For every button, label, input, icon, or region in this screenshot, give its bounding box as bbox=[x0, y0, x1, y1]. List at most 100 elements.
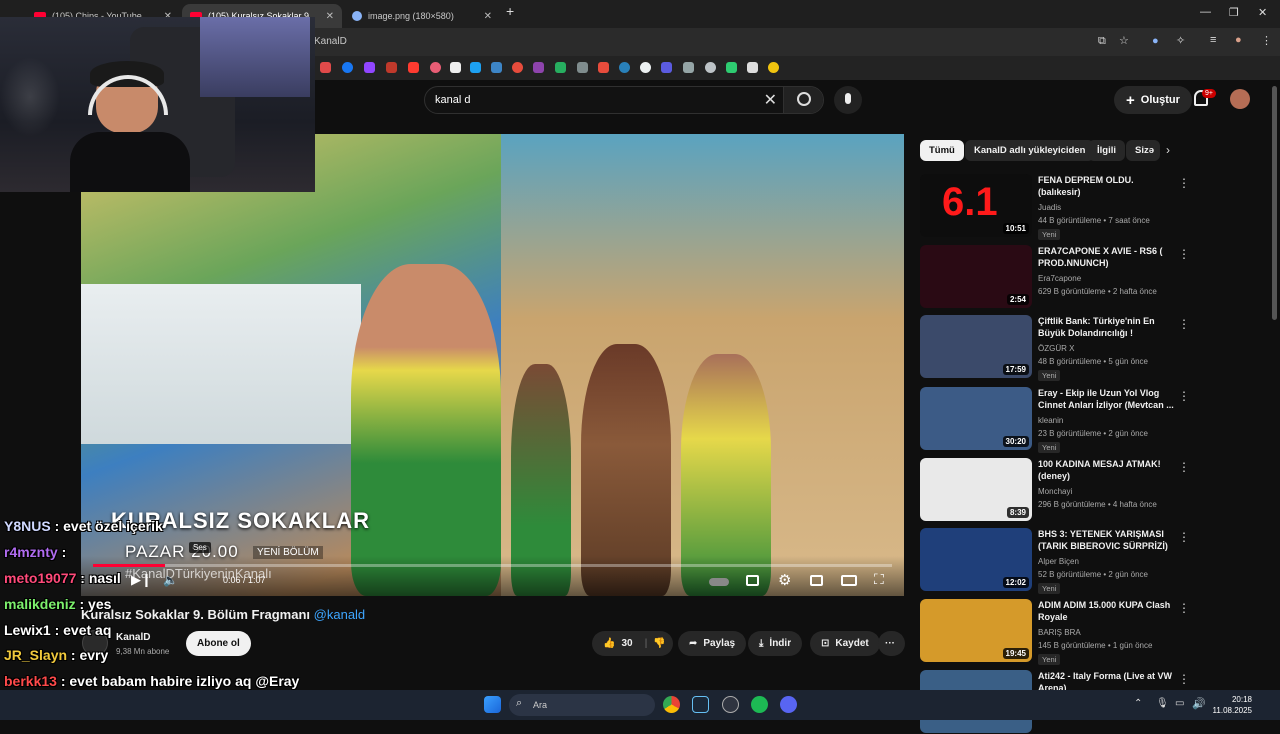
related-video-title[interactable]: ADIM ADIM 15.000 KUPA Clash Royale bbox=[1038, 599, 1176, 623]
close-icon[interactable]: ✕ bbox=[326, 11, 334, 22]
bookmark-icon[interactable] bbox=[747, 62, 758, 73]
bookmark-icon[interactable] bbox=[661, 62, 672, 73]
bookmark-icon[interactable] bbox=[470, 62, 481, 73]
windows-start-icon[interactable] bbox=[484, 696, 501, 713]
related-video-title[interactable]: ERA7CAPONE X AVIE - RS6 ( PROD.NNUNCH) bbox=[1038, 245, 1176, 269]
autoplay-toggle[interactable] bbox=[709, 578, 729, 586]
related-channel-name[interactable]: Alper Biçen bbox=[1038, 557, 1079, 566]
theater-mode-icon[interactable] bbox=[841, 575, 857, 586]
fullscreen-icon[interactable]: ⛶ bbox=[874, 571, 884, 588]
related-video-item[interactable]: 8:39 100 KADINA MESAJ ATMAK! (deney) Monch… bbox=[920, 458, 1260, 522]
related-video-title[interactable]: Çiftlik Bank: Türkiye'nin En Büyük Dolan… bbox=[1038, 315, 1176, 339]
channel-name[interactable]: KanalD bbox=[116, 632, 150, 643]
tab-image[interactable]: image.png (180×580) ✕ bbox=[344, 4, 500, 28]
speaker-icon[interactable]: 🔊 bbox=[1192, 697, 1206, 710]
bookmark-icon[interactable] bbox=[705, 62, 716, 73]
more-vert-icon[interactable]: ⋮ bbox=[1178, 176, 1190, 190]
related-channel-name[interactable]: Monchayi bbox=[1038, 487, 1072, 496]
video-player[interactable]: KURALSIZ SOKAKLAR PAZAR 20.00 YENİ BÖLÜM… bbox=[81, 134, 904, 596]
miniplayer-icon[interactable] bbox=[810, 575, 823, 586]
related-video-item[interactable]: 2:54 ERA7CAPONE X AVIE - RS6 ( PROD.NNUNC… bbox=[920, 245, 1260, 309]
profile-icon[interactable]: ● bbox=[1235, 34, 1242, 46]
taskbar-search[interactable]: Ara bbox=[509, 694, 655, 716]
video-thumbnail[interactable]: 17:59 bbox=[920, 315, 1032, 378]
volume-icon[interactable]: 🔈 bbox=[163, 573, 178, 587]
bookmark-icon[interactable] bbox=[726, 62, 737, 73]
related-channel-name[interactable]: BARIŞ BRA bbox=[1038, 628, 1081, 637]
subtitles-icon[interactable] bbox=[746, 575, 759, 586]
puzzle-icon[interactable]: ✧ bbox=[1176, 34, 1185, 47]
bookmark-icon[interactable] bbox=[768, 62, 779, 73]
bookmark-icon[interactable] bbox=[598, 62, 609, 73]
new-tab-button[interactable]: + bbox=[506, 3, 514, 19]
discord-icon[interactable] bbox=[780, 696, 797, 713]
bookmark-icon[interactable] bbox=[491, 62, 502, 73]
account-avatar[interactable] bbox=[1230, 89, 1250, 109]
bookmark-icon[interactable] bbox=[577, 62, 588, 73]
video-thumbnail[interactable]: 30:20 bbox=[920, 387, 1032, 450]
bookmark-icon[interactable] bbox=[408, 62, 419, 73]
related-channel-name[interactable]: ÖZGÜR X bbox=[1038, 344, 1074, 353]
menu-icon[interactable]: ⋮ bbox=[1261, 34, 1272, 47]
spotify-icon[interactable] bbox=[751, 696, 768, 713]
search-input[interactable]: kanal d bbox=[435, 94, 470, 106]
page-scrollbar[interactable] bbox=[1272, 86, 1277, 320]
settings-gear-icon[interactable]: ⚙ bbox=[778, 571, 791, 589]
bookmark-icon[interactable] bbox=[640, 62, 651, 73]
chip-related[interactable]: İlgili bbox=[1088, 140, 1125, 161]
clear-search-icon[interactable]: ✕ bbox=[764, 90, 777, 110]
network-icon[interactable]: ▭ bbox=[1175, 698, 1184, 709]
obs-icon[interactable] bbox=[722, 696, 739, 713]
more-vert-icon[interactable]: ⋮ bbox=[1178, 601, 1190, 615]
maximize-button[interactable]: ❐ bbox=[1229, 6, 1239, 19]
system-clock[interactable]: 20:18 11.08.2025 bbox=[1213, 694, 1252, 716]
twitch-icon[interactable] bbox=[364, 62, 375, 73]
bookmark-icon[interactable] bbox=[512, 62, 523, 73]
steam-icon[interactable] bbox=[692, 696, 709, 713]
subscribe-button[interactable]: Abone ol bbox=[186, 631, 251, 656]
more-vert-icon[interactable]: ⋮ bbox=[1178, 247, 1190, 261]
progress-bar[interactable] bbox=[93, 564, 892, 567]
facebook-icon[interactable] bbox=[342, 62, 353, 73]
bookmark-icon[interactable] bbox=[320, 62, 331, 73]
video-thumbnail[interactable]: 12:02 bbox=[920, 528, 1032, 591]
more-vert-icon[interactable]: ⋮ bbox=[1178, 317, 1190, 331]
related-channel-name[interactable]: Juadis bbox=[1038, 203, 1061, 212]
more-vert-icon[interactable]: ⋮ bbox=[1178, 530, 1190, 544]
related-video-title[interactable]: BHS 3: YETENEK YARIŞMASI (TARIK BIBEROVI… bbox=[1038, 528, 1176, 552]
search-button[interactable] bbox=[783, 87, 823, 113]
chrome-icon[interactable] bbox=[663, 696, 680, 713]
install-icon[interactable]: ⧉ bbox=[1098, 35, 1106, 48]
related-channel-name[interactable]: Era7capone bbox=[1038, 274, 1081, 283]
window-close-button[interactable]: ✕ bbox=[1258, 6, 1267, 19]
related-video-title[interactable]: 100 KADINA MESAJ ATMAK! (deney) bbox=[1038, 458, 1176, 482]
save-button[interactable]: ⊡ Kaydet bbox=[810, 631, 880, 656]
share-button[interactable]: ➦ Paylaş bbox=[678, 631, 747, 656]
chip-from-uploader[interactable]: KanalD adlı yükleyiciden bbox=[965, 140, 1095, 161]
chevron-right-icon[interactable]: › bbox=[1166, 143, 1170, 157]
more-vert-icon[interactable]: ⋮ bbox=[1178, 672, 1190, 686]
play-pause-icon[interactable]: ▶❙ bbox=[131, 572, 152, 588]
microphone-icon[interactable]: 🎙 bbox=[1156, 698, 1169, 709]
more-vert-icon[interactable]: ⋮ bbox=[1178, 389, 1190, 403]
more-vert-icon[interactable]: ⋮ bbox=[1178, 460, 1190, 474]
related-video-title[interactable]: FENA DEPREM OLDU. (balıkesir) bbox=[1038, 174, 1176, 198]
bookmark-icon[interactable] bbox=[386, 62, 397, 73]
related-channel-name[interactable]: kleanin bbox=[1038, 416, 1063, 425]
star-icon[interactable]: ☆ bbox=[1119, 34, 1129, 47]
like-button[interactable]: 👍 30 | 👎 bbox=[592, 631, 673, 656]
bookmark-icon[interactable] bbox=[683, 62, 694, 73]
related-video-title[interactable]: Eray - Ekip ile Uzun Yol Vlog Cinnet Anl… bbox=[1038, 387, 1176, 411]
bookmark-icon[interactable] bbox=[533, 62, 544, 73]
bookmark-icon[interactable] bbox=[619, 62, 630, 73]
related-video-item[interactable]: 17:59 Çiftlik Bank: Türkiye'nin En Büyük … bbox=[920, 315, 1260, 381]
minimize-button[interactable]: — bbox=[1200, 6, 1211, 18]
bookmark-icon[interactable] bbox=[450, 62, 461, 73]
chip-for-you[interactable]: Sizə bbox=[1126, 140, 1160, 161]
related-video-item[interactable]: 10:51 6.1 FENA DEPREM OLDU. (balıkesir) Jua… bbox=[920, 174, 1260, 240]
thumbs-down-icon[interactable]: 👎 bbox=[653, 638, 665, 649]
related-video-item[interactable]: 30:20 Eray - Ekip ile Uzun Yol Vlog Cinne… bbox=[920, 387, 1260, 453]
bookmark-icon[interactable] bbox=[430, 62, 441, 73]
download-button[interactable]: ⤓ İndir bbox=[748, 631, 803, 656]
search-box[interactable]: kanal d ✕ bbox=[424, 86, 824, 114]
